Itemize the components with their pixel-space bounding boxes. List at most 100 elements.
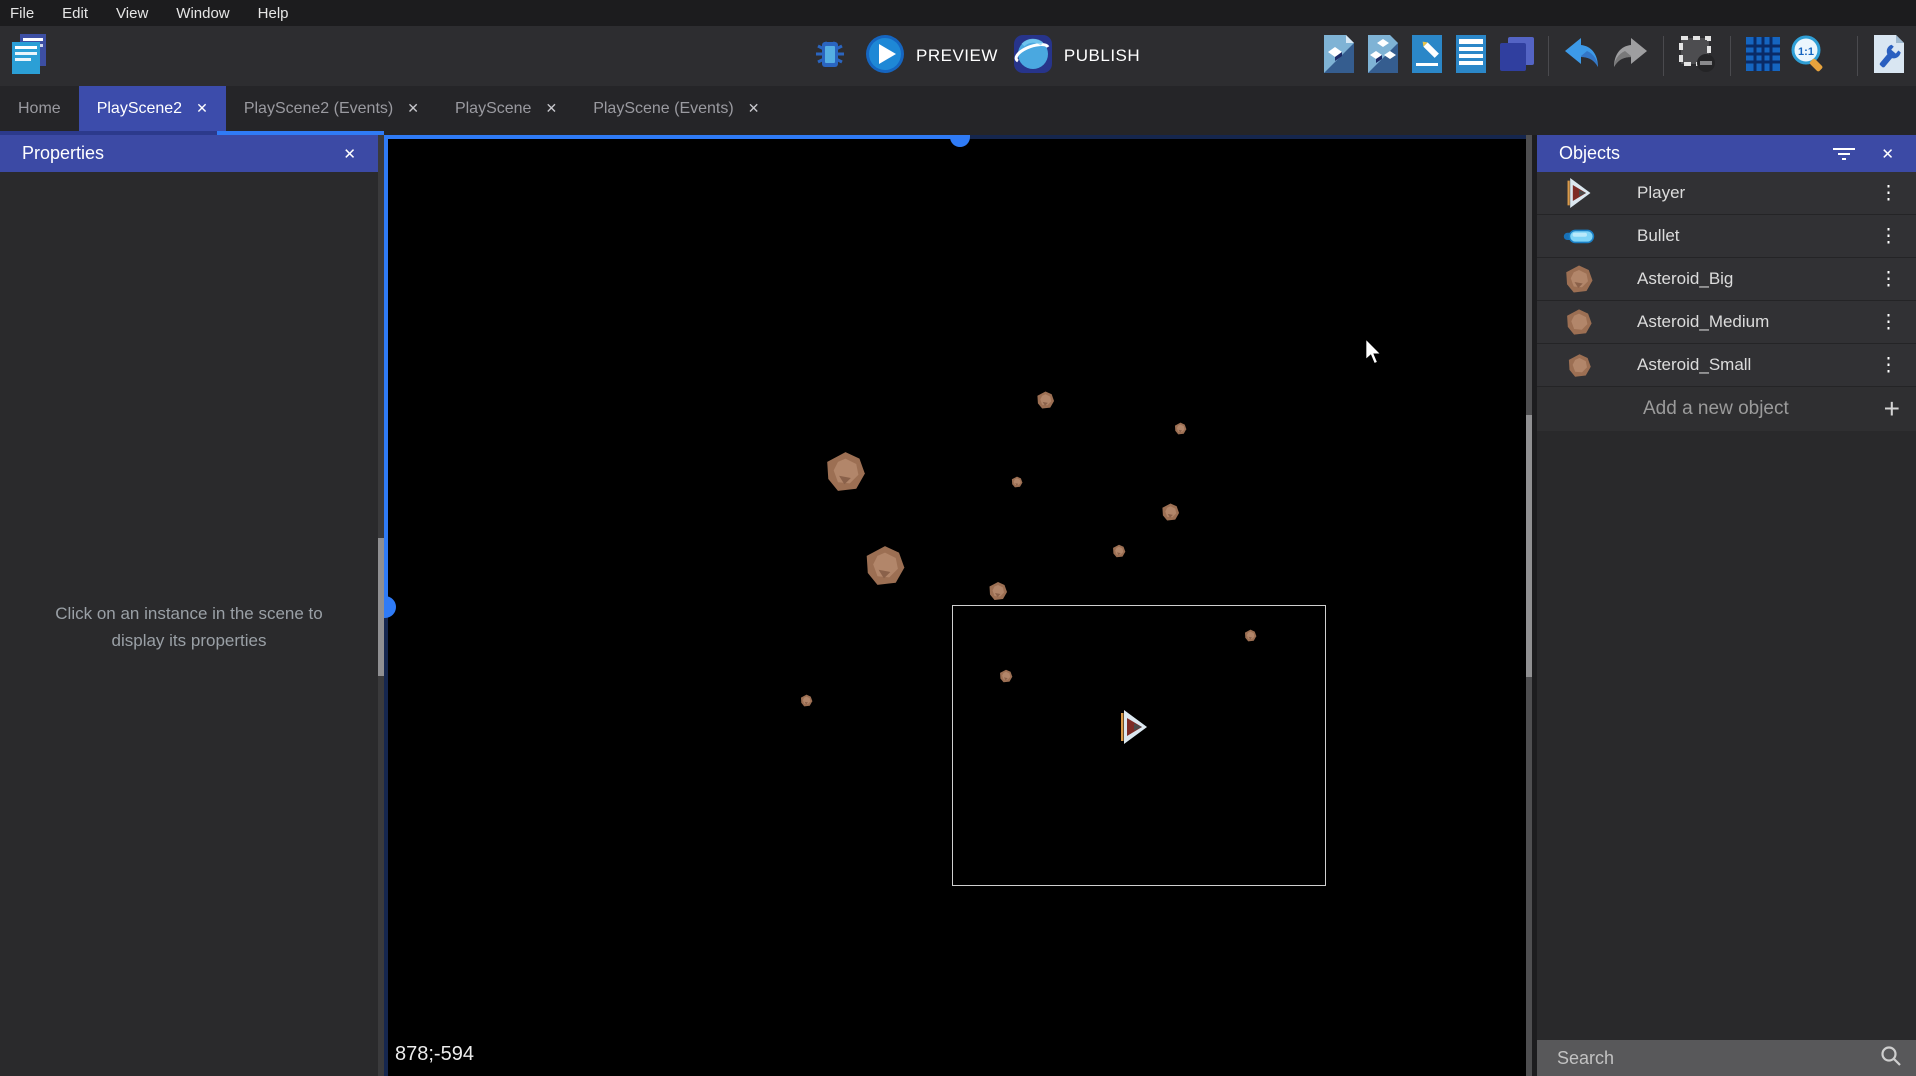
- scene-properties-button[interactable]: [1870, 32, 1908, 80]
- tab-close-icon[interactable]: ✕: [407, 100, 419, 117]
- objects-editor-icon: [1320, 33, 1358, 80]
- menu-file[interactable]: File: [0, 2, 48, 25]
- object-menu-icon[interactable]: ⋮: [1861, 311, 1916, 334]
- objects-title: Objects: [1559, 143, 1833, 164]
- canvas-scroll-edge-left: [384, 135, 388, 607]
- tab-label: Home: [18, 100, 61, 118]
- undo-icon: [1561, 34, 1603, 79]
- tab-close-icon[interactable]: ✕: [545, 100, 557, 117]
- menu-view[interactable]: View: [102, 2, 162, 25]
- tab-label: PlayScene2 (Events): [244, 100, 393, 118]
- undo-button[interactable]: [1561, 32, 1603, 80]
- bullet-icon: [1559, 228, 1599, 244]
- asteroid-medium-instance[interactable]: [988, 581, 1008, 606]
- properties-panel-header: Properties ✕: [0, 135, 378, 172]
- delete-selection-button[interactable]: [1676, 32, 1718, 80]
- object-menu-icon[interactable]: ⋮: [1861, 182, 1916, 205]
- object-name: Asteroid_Medium: [1637, 312, 1861, 332]
- publish-button[interactable]: PUBLISH: [1012, 32, 1140, 80]
- tab-bar: Home PlayScene2 ✕ PlayScene2 (Events) ✕ …: [0, 86, 1916, 135]
- object-menu-icon[interactable]: ⋮: [1861, 225, 1916, 248]
- object-row-asteroid-big[interactable]: Asteroid_Big ⋮: [1537, 258, 1916, 301]
- tab-playscene[interactable]: PlayScene ✕: [437, 86, 575, 131]
- asteroid-big-instance[interactable]: [822, 450, 869, 498]
- toolbar-separator: [1548, 36, 1549, 76]
- cursor-scene-coordinates: 878;-594: [395, 1043, 474, 1066]
- properties-editor-icon: [1408, 33, 1446, 80]
- object-name: Asteroid_Big: [1637, 269, 1861, 289]
- instances-list-button[interactable]: [1452, 32, 1490, 80]
- publish-label: PUBLISH: [1064, 46, 1140, 66]
- toolbar-center-group: PREVIEW PUBLISH: [810, 32, 1140, 80]
- camera-border-frame: [952, 605, 1326, 886]
- toolbar-separator: [1663, 36, 1664, 76]
- zoom-1-1-icon: 1:1: [1789, 34, 1829, 79]
- tab-close-icon[interactable]: ✕: [196, 100, 208, 117]
- canvas-right-scrollbar-thumb[interactable]: [1526, 415, 1532, 677]
- objects-panel: Objects ✕ Player ⋮: [1537, 135, 1916, 1076]
- toolbar-right-group: 1:1: [1320, 32, 1908, 80]
- svg-text:1:1: 1:1: [1798, 46, 1814, 58]
- objects-search-bar: [1537, 1040, 1916, 1076]
- toggle-grid-button[interactable]: [1743, 32, 1783, 80]
- asteroid-icon: [1559, 353, 1599, 378]
- asteroid-icon: [1559, 264, 1599, 294]
- preview-label: PREVIEW: [916, 46, 998, 66]
- tab-playscene-events[interactable]: PlayScene (Events) ✕: [575, 86, 777, 131]
- preview-play-icon: [864, 33, 906, 80]
- filter-icon[interactable]: [1833, 148, 1855, 160]
- asteroid-medium-instance[interactable]: [1036, 390, 1055, 415]
- object-row-player[interactable]: Player ⋮: [1537, 172, 1916, 215]
- menu-edit[interactable]: Edit: [48, 2, 102, 25]
- zoom-1-1-button[interactable]: 1:1: [1789, 32, 1829, 80]
- object-menu-icon[interactable]: ⋮: [1861, 268, 1916, 291]
- canvas-left-scrollbar-thumb[interactable]: [378, 538, 384, 676]
- tab-close-icon[interactable]: ✕: [748, 100, 760, 117]
- canvas-scroll-edge-top-dark: [960, 135, 1532, 139]
- preview-button[interactable]: PREVIEW: [864, 32, 998, 80]
- object-row-bullet[interactable]: Bullet ⋮: [1537, 215, 1916, 258]
- add-object-plus-icon[interactable]: +: [1868, 393, 1916, 425]
- object-name: Bullet: [1637, 226, 1861, 246]
- redo-button[interactable]: [1609, 32, 1651, 80]
- asteroid-small-instance[interactable]: [1112, 544, 1126, 563]
- object-menu-icon[interactable]: ⋮: [1861, 354, 1916, 377]
- layers-editor-icon: [1496, 33, 1536, 80]
- toolbar-separator: [1730, 36, 1731, 76]
- publish-globe-icon: [1012, 33, 1054, 80]
- layers-editor-button[interactable]: [1496, 32, 1536, 80]
- tab-label: PlayScene2: [97, 100, 182, 118]
- canvas-scroll-edge-left-dark: [384, 607, 388, 1076]
- menu-help[interactable]: Help: [244, 2, 303, 25]
- properties-hint-text: Click on an instance in the scene to dis…: [0, 600, 378, 654]
- asteroid-small-instance[interactable]: [1011, 475, 1023, 493]
- tab-playscene2-events[interactable]: PlayScene2 (Events) ✕: [226, 86, 437, 131]
- object-row-asteroid-small[interactable]: Asteroid_Small ⋮: [1537, 344, 1916, 387]
- tab-playscene2[interactable]: PlayScene2 ✕: [79, 86, 226, 131]
- search-icon: [1880, 1045, 1902, 1072]
- menu-window[interactable]: Window: [162, 2, 243, 25]
- redo-icon: [1609, 34, 1651, 79]
- asteroid-big-instance[interactable]: [862, 544, 908, 592]
- objects-editor-button[interactable]: [1320, 32, 1358, 80]
- tab-home[interactable]: Home: [0, 86, 79, 131]
- project-manager-icon: [10, 32, 50, 81]
- asteroid-small-instance[interactable]: [800, 694, 813, 712]
- toolbar-separator: [1857, 36, 1858, 76]
- project-manager-button[interactable]: [8, 32, 52, 80]
- search-input[interactable]: [1557, 1048, 1880, 1069]
- tab-label: PlayScene (Events): [593, 100, 734, 118]
- asteroid-small-instance[interactable]: [1174, 422, 1187, 440]
- objects-close-icon[interactable]: ✕: [1873, 141, 1902, 167]
- toolbar: PREVIEW PUBLISH: [0, 26, 1916, 86]
- properties-editor-button[interactable]: [1408, 32, 1446, 80]
- debug-bug-icon: [810, 34, 850, 79]
- debug-button[interactable]: [810, 32, 850, 80]
- add-object-row[interactable]: Add a new object +: [1537, 387, 1916, 431]
- object-row-asteroid-medium[interactable]: Asteroid_Medium ⋮: [1537, 301, 1916, 344]
- menu-bar: File Edit View Window Help: [0, 0, 1916, 26]
- asteroid-medium-instance[interactable]: [1161, 502, 1180, 527]
- object-name: Asteroid_Small: [1637, 355, 1861, 375]
- object-groups-editor-button[interactable]: [1364, 32, 1402, 80]
- properties-close-icon[interactable]: ✕: [335, 141, 364, 167]
